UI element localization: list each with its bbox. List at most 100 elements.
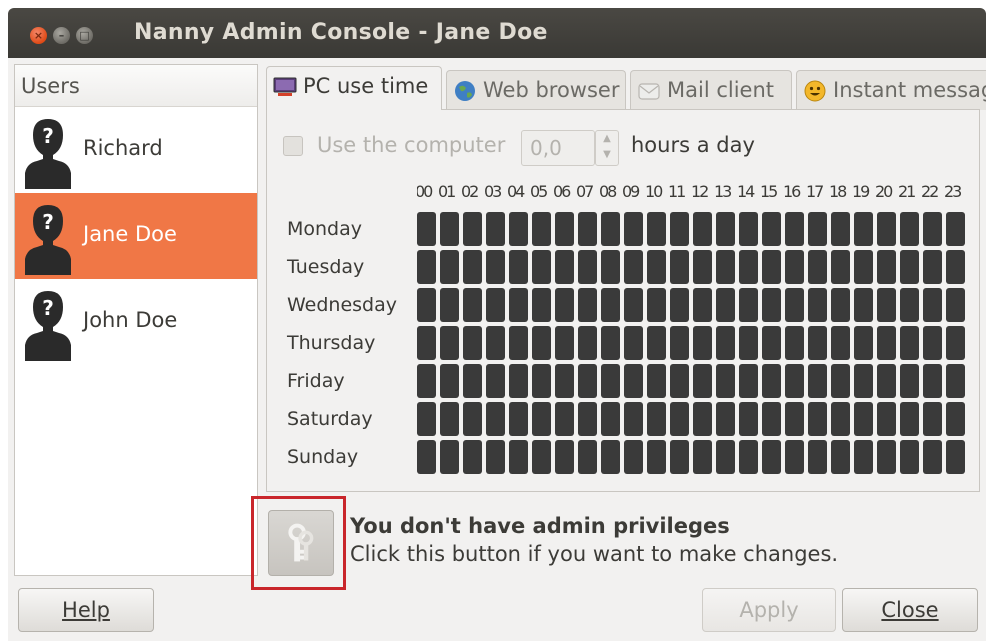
schedule-cell[interactable] bbox=[647, 212, 666, 246]
schedule-cell[interactable] bbox=[670, 288, 689, 322]
schedule-cell[interactable] bbox=[578, 402, 597, 436]
schedule-cell[interactable] bbox=[877, 402, 896, 436]
schedule-cell[interactable] bbox=[417, 212, 436, 246]
schedule-cell[interactable] bbox=[509, 364, 528, 398]
schedule-cell[interactable] bbox=[509, 440, 528, 474]
schedule-cell[interactable] bbox=[693, 440, 712, 474]
schedule-cell[interactable] bbox=[532, 250, 551, 284]
schedule-cell[interactable] bbox=[509, 402, 528, 436]
schedule-cell[interactable] bbox=[877, 364, 896, 398]
schedule-cell[interactable] bbox=[670, 364, 689, 398]
schedule-cell[interactable] bbox=[670, 326, 689, 360]
schedule-cell[interactable] bbox=[463, 212, 482, 246]
schedule-cell[interactable] bbox=[624, 212, 643, 246]
schedule-cell[interactable] bbox=[624, 402, 643, 436]
schedule-cell[interactable] bbox=[739, 288, 758, 322]
schedule-cell[interactable] bbox=[509, 250, 528, 284]
schedule-cell[interactable] bbox=[739, 250, 758, 284]
schedule-cell[interactable] bbox=[647, 364, 666, 398]
schedule-cell[interactable] bbox=[808, 440, 827, 474]
schedule-cell[interactable] bbox=[877, 288, 896, 322]
schedule-cell[interactable] bbox=[923, 288, 942, 322]
schedule-cell[interactable] bbox=[578, 250, 597, 284]
schedule-cell[interactable] bbox=[578, 364, 597, 398]
schedule-cell[interactable] bbox=[831, 402, 850, 436]
tab-web-browser[interactable]: Web browser bbox=[446, 70, 626, 110]
schedule-cell[interactable] bbox=[946, 250, 965, 284]
schedule-cell[interactable] bbox=[762, 440, 781, 474]
schedule-cell[interactable] bbox=[578, 326, 597, 360]
spin-down-icon[interactable]: ▼ bbox=[596, 147, 618, 163]
schedule-cell[interactable] bbox=[831, 326, 850, 360]
schedule-cell[interactable] bbox=[532, 402, 551, 436]
schedule-cell[interactable] bbox=[647, 250, 666, 284]
schedule-cell[interactable] bbox=[831, 288, 850, 322]
schedule-cell[interactable] bbox=[509, 212, 528, 246]
user-row[interactable]: ? John Doe bbox=[15, 279, 257, 365]
schedule-cell[interactable] bbox=[555, 212, 574, 246]
schedule-cell[interactable] bbox=[417, 440, 436, 474]
schedule-cell[interactable] bbox=[739, 364, 758, 398]
schedule-cell[interactable] bbox=[601, 364, 620, 398]
schedule-cell[interactable] bbox=[785, 440, 804, 474]
schedule-cell[interactable] bbox=[578, 212, 597, 246]
schedule-cell[interactable] bbox=[670, 440, 689, 474]
minimize-window-button[interactable]: – bbox=[53, 27, 70, 44]
schedule-cell[interactable] bbox=[693, 402, 712, 436]
schedule-cell[interactable] bbox=[762, 402, 781, 436]
user-row[interactable]: ? Richard bbox=[15, 107, 257, 193]
schedule-cell[interactable] bbox=[854, 250, 873, 284]
schedule-cell[interactable] bbox=[831, 212, 850, 246]
schedule-cell[interactable] bbox=[440, 212, 459, 246]
schedule-cell[interactable] bbox=[854, 440, 873, 474]
schedule-cell[interactable] bbox=[762, 250, 781, 284]
schedule-cell[interactable] bbox=[808, 288, 827, 322]
schedule-cell[interactable] bbox=[808, 250, 827, 284]
schedule-cell[interactable] bbox=[417, 288, 436, 322]
schedule-cell[interactable] bbox=[486, 250, 505, 284]
schedule-cell[interactable] bbox=[739, 402, 758, 436]
schedule-cell[interactable] bbox=[440, 250, 459, 284]
schedule-cell[interactable] bbox=[716, 288, 735, 322]
schedule-cell[interactable] bbox=[716, 440, 735, 474]
schedule-cell[interactable] bbox=[716, 364, 735, 398]
schedule-cell[interactable] bbox=[923, 440, 942, 474]
schedule-cell[interactable] bbox=[785, 326, 804, 360]
schedule-cell[interactable] bbox=[532, 288, 551, 322]
spin-up-icon[interactable]: ▲ bbox=[596, 131, 618, 147]
tab-pc-use-time[interactable]: PC use time bbox=[266, 66, 442, 110]
schedule-cell[interactable] bbox=[601, 212, 620, 246]
schedule-cell[interactable] bbox=[463, 326, 482, 360]
schedule-cell[interactable] bbox=[946, 212, 965, 246]
schedule-cell[interactable] bbox=[555, 250, 574, 284]
schedule-cell[interactable] bbox=[555, 364, 574, 398]
schedule-cell[interactable] bbox=[601, 402, 620, 436]
schedule-cell[interactable] bbox=[417, 402, 436, 436]
schedule-cell[interactable] bbox=[693, 212, 712, 246]
schedule-cell[interactable] bbox=[785, 212, 804, 246]
schedule-cell[interactable] bbox=[486, 326, 505, 360]
schedule-cell[interactable] bbox=[670, 250, 689, 284]
help-button[interactable]: Help bbox=[18, 588, 154, 632]
schedule-cell[interactable] bbox=[716, 326, 735, 360]
use-computer-checkbox[interactable] bbox=[283, 136, 303, 156]
schedule-cell[interactable] bbox=[877, 250, 896, 284]
schedule-cell[interactable] bbox=[739, 326, 758, 360]
schedule-cell[interactable] bbox=[946, 288, 965, 322]
schedule-cell[interactable] bbox=[555, 440, 574, 474]
schedule-cell[interactable] bbox=[946, 326, 965, 360]
schedule-cell[interactable] bbox=[808, 326, 827, 360]
schedule-cell[interactable] bbox=[831, 250, 850, 284]
schedule-cell[interactable] bbox=[900, 288, 919, 322]
schedule-cell[interactable] bbox=[555, 288, 574, 322]
schedule-cell[interactable] bbox=[693, 326, 712, 360]
schedule-cell[interactable] bbox=[693, 250, 712, 284]
schedule-cell[interactable] bbox=[854, 288, 873, 322]
schedule-cell[interactable] bbox=[923, 402, 942, 436]
schedule-cell[interactable] bbox=[831, 364, 850, 398]
schedule-cell[interactable] bbox=[555, 402, 574, 436]
schedule-cell[interactable] bbox=[923, 364, 942, 398]
schedule-cell[interactable] bbox=[785, 288, 804, 322]
schedule-cell[interactable] bbox=[440, 402, 459, 436]
schedule-cell[interactable] bbox=[509, 326, 528, 360]
